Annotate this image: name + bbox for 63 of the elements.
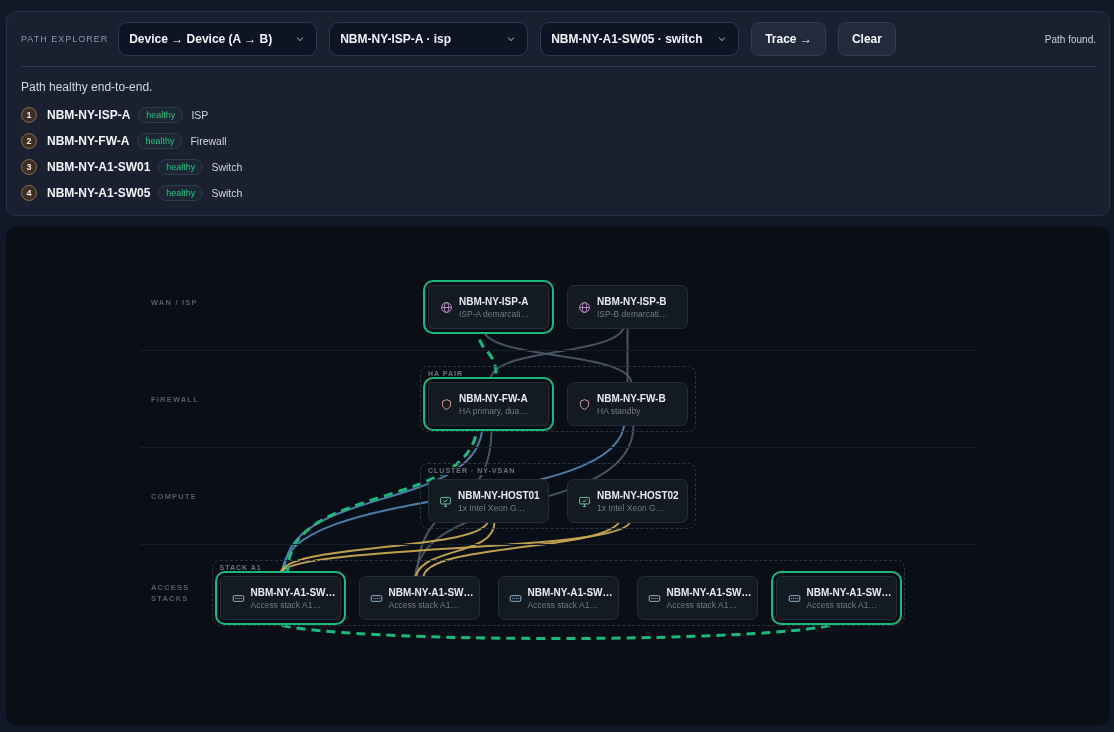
node-subtitle: Access stack A1… [388, 599, 460, 610]
node-subtitle: HA primary, dua… [459, 405, 528, 416]
globe-icon [578, 300, 591, 314]
health-tag: healthy [158, 185, 204, 201]
node-name: NBM-NY-FW-A [459, 392, 528, 404]
target-select[interactable]: NBM-NY-A1-SW05 · switch [540, 22, 740, 56]
node-name: NBM-NY-A1-SW… [806, 586, 892, 598]
device-node[interactable]: NBM-NY-HOST02 1x Intel Xeon G… [567, 479, 688, 523]
device-name: NBM-NY-A1-SW01 [47, 160, 151, 174]
clear-button[interactable]: Clear [837, 22, 896, 56]
node-subtitle: Access stack A1… [666, 599, 738, 610]
device-node[interactable]: NBM-NY-ISP-A ISP-A demarcati… [423, 280, 554, 334]
source-select[interactable]: NBM-NY-ISP-A · isp [329, 22, 529, 56]
node-subtitle: HA standby [597, 405, 642, 416]
node-name: NBM-NY-HOST02 [597, 489, 679, 501]
device-role: Switch [211, 187, 243, 199]
node-subtitle: Access stack A1… [527, 599, 599, 610]
shield-icon [578, 397, 591, 411]
step-number: 2 [21, 133, 37, 149]
device-node[interactable]: NBM-NY-A1-SW… Access stack A1… [214, 571, 346, 625]
monitor-icon [578, 494, 591, 508]
node-name: NBM-NY-ISP-A [459, 295, 529, 307]
health-tag: healthy [138, 107, 184, 123]
node-name: NBM-NY-A1-SW… [666, 586, 751, 598]
node-subtitle: ISP-B demarcati… [597, 308, 668, 319]
node-subtitle: ISP-A demarcati… [459, 308, 529, 319]
node-subtitle: 1x Intel Xeon G… [458, 502, 527, 513]
node-subtitle: 1x Intel Xeon G… [597, 502, 666, 513]
node-name: NBM-NY-A1-SW… [388, 586, 473, 598]
device-name: NBM-NY-FW-A [47, 134, 130, 148]
health-tag: healthy [158, 159, 204, 175]
trace-button[interactable]: Trace → [751, 22, 826, 56]
device-role: ISP [191, 109, 209, 121]
globe-icon [440, 300, 453, 314]
health-tag: healthy [137, 133, 183, 149]
mode-select[interactable]: Device → Device (A → B) [118, 22, 318, 56]
step-number: 3 [21, 159, 37, 175]
device-role: Switch [211, 161, 243, 173]
device-node[interactable]: NBM-NY-A1-SW… Access stack A1… [636, 576, 758, 620]
device-name: NBM-NY-A1-SW05 [47, 186, 151, 200]
panel-title: PATH EXPLORER [21, 34, 109, 44]
monitor-icon [439, 494, 452, 508]
device-node[interactable]: NBM-NY-FW-B HA standby [567, 382, 688, 426]
device-node[interactable]: NBM-NY-A1-SW… Access stack A1… [770, 571, 902, 625]
status-text: Path found. [1044, 33, 1096, 45]
device-node[interactable]: NBM-NY-FW-A HA primary, dua… [423, 377, 554, 431]
node-subtitle: Access stack A1… [250, 599, 322, 610]
device-role: Firewall [190, 135, 227, 147]
device-node[interactable]: NBM-NY-HOST01 1x Intel Xeon G… [428, 479, 549, 523]
node-name: NBM-NY-A1-SW… [527, 586, 612, 598]
node-name: NBM-NY-HOST01 [458, 489, 540, 501]
shield-icon [440, 397, 453, 411]
device-name: NBM-NY-ISP-A [47, 108, 131, 122]
device-node[interactable]: NBM-NY-A1-SW… Access stack A1… [497, 576, 619, 620]
node-name: NBM-NY-FW-B [597, 392, 666, 404]
device-node[interactable]: NBM-NY-ISP-B ISP-B demarcati… [567, 285, 688, 329]
device-node[interactable]: NBM-NY-A1-SW… Access stack A1… [358, 576, 480, 620]
path-summary: Path healthy end-to-end. [21, 80, 154, 94]
step-number: 4 [21, 185, 37, 201]
node-name: NBM-NY-A1-SW… [250, 586, 336, 598]
step-number: 1 [21, 107, 37, 123]
node-name: NBM-NY-ISP-B [597, 295, 668, 307]
node-subtitle: Access stack A1… [806, 599, 878, 610]
